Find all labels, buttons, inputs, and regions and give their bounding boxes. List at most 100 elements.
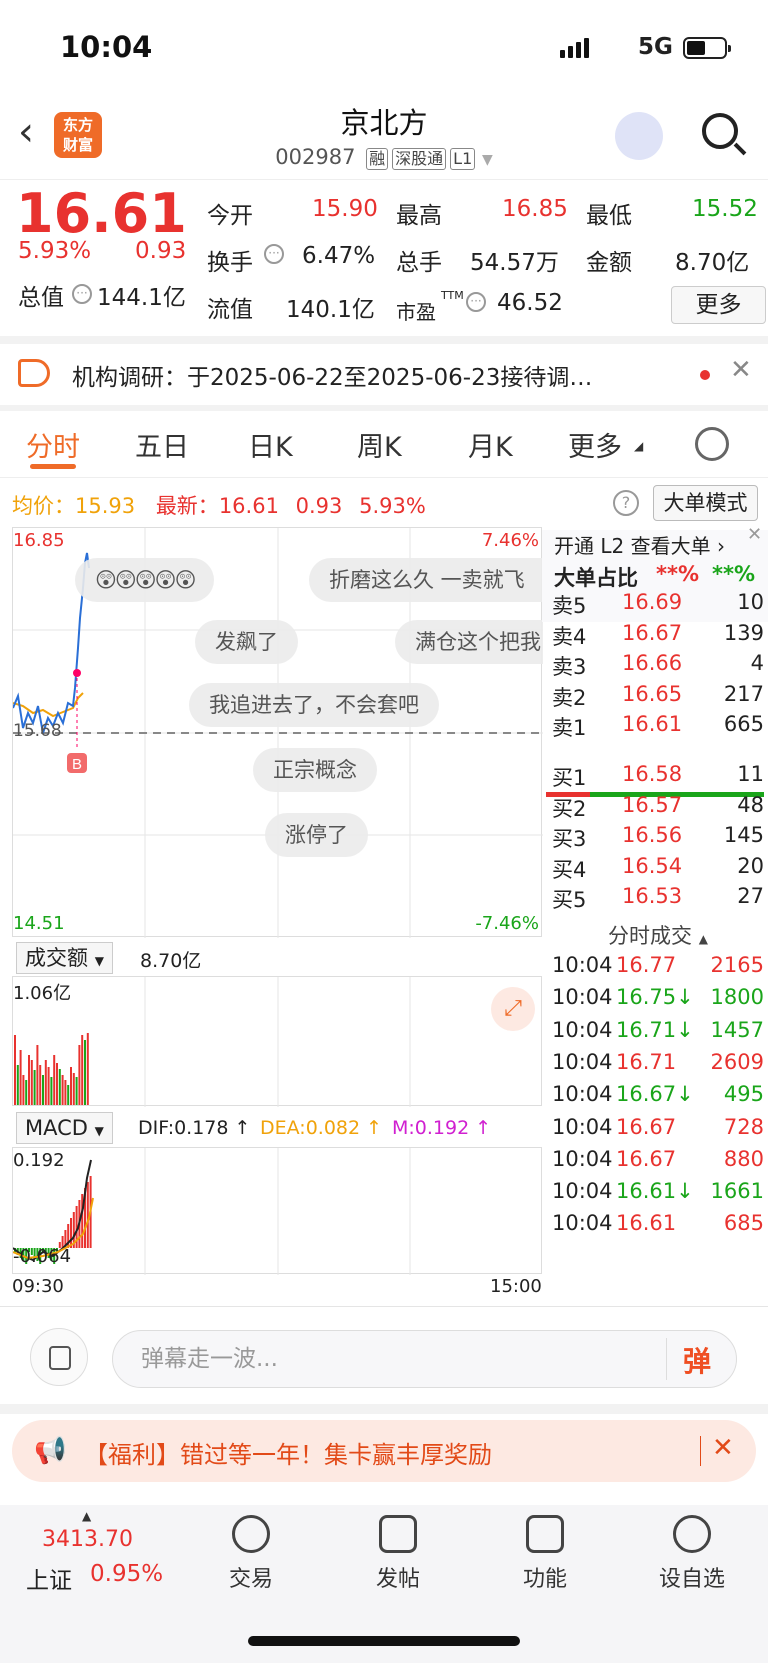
gear-icon[interactable]	[695, 427, 729, 461]
tab-underline	[30, 464, 76, 469]
emoji-bubble: 😲😲😲😲😲	[75, 558, 215, 602]
tick-volume: 685	[723, 1211, 764, 1236]
info-icon[interactable]: ···	[264, 244, 284, 264]
tab-month[interactable]: 月K	[468, 425, 513, 464]
indicator-select-volume[interactable]: 成交额 ▼	[16, 942, 113, 974]
divider	[0, 1306, 768, 1307]
chevron-down-icon: ▼	[481, 152, 493, 168]
assistant-robot-icon[interactable]	[615, 112, 663, 160]
unread-dot	[700, 370, 710, 380]
level-volume: 139	[723, 620, 764, 645]
volume-chart[interactable]: 1.06亿 ⤢	[12, 976, 542, 1107]
volume-bar	[50, 1077, 53, 1105]
high-value: 16.85	[502, 196, 568, 222]
danmaku-bubble: 涨停了	[265, 813, 368, 857]
price-mid-label: 15.68	[13, 721, 62, 741]
turnover-value: 6.47%	[302, 243, 376, 269]
volume-label: 成交额	[25, 946, 88, 970]
divider	[700, 1436, 701, 1466]
macd-m: M:0.192 ↑	[392, 1117, 492, 1139]
index-name[interactable]: 上证	[26, 1561, 72, 1595]
close-icon[interactable]: ✕	[712, 1433, 734, 1463]
battery-icon	[683, 37, 731, 59]
tick-row: 10:04 16.71 2609	[542, 1050, 768, 1080]
macd-chart[interactable]: 0.192 -0.064	[12, 1147, 542, 1275]
intraday-chart[interactable]: B 16.85 7.46% 14.51 -7.46% 15.68 😲😲😲😲😲 折…	[12, 527, 543, 938]
danmaku-bubble: 折磨这么久 一卖就飞	[309, 558, 543, 602]
avg-label: 均价：	[12, 494, 75, 518]
status-bar: 10:04 5G	[0, 0, 768, 95]
volume-bar	[42, 1075, 44, 1105]
more-button[interactable]: 更多	[671, 286, 766, 324]
tab-week[interactable]: 周K	[357, 425, 402, 464]
info-icon[interactable]: ···	[466, 292, 486, 312]
period-tabs: 分时 五日 日K 周K 月K 更多 ◢	[0, 415, 768, 477]
last-price: 16.61	[16, 182, 187, 245]
info-icon[interactable]: ···	[72, 284, 92, 304]
volume-bar	[64, 1080, 67, 1105]
time-start-label: 09:30	[12, 1276, 64, 1297]
nav-add-watchlist[interactable]: 设自选	[637, 1505, 747, 1593]
tab-more[interactable]: 更多	[568, 425, 622, 464]
close-icon[interactable]: ✕	[730, 355, 752, 385]
level-label: 卖3	[552, 655, 587, 679]
nav-trade[interactable]: 交易	[196, 1505, 306, 1593]
expand-icon[interactable]: ⤢	[491, 987, 535, 1031]
avg-value: 15.93	[75, 494, 136, 518]
index-pct[interactable]: 0.95%	[90, 1561, 163, 1587]
level-label: 卖4	[552, 624, 587, 649]
tab-day[interactable]: 日K	[248, 425, 293, 464]
level-price: 16.67	[622, 620, 683, 645]
volume-bar	[56, 1063, 58, 1105]
tick-price: 16.67↓	[616, 1082, 694, 1107]
search-icon[interactable]	[702, 113, 738, 149]
danmaku-bubble: 满仓这个把我	[395, 620, 543, 664]
tick-row: 10:04 16.61 685	[542, 1211, 768, 1241]
danmu-settings-icon[interactable]	[30, 1328, 88, 1386]
time-end-label: 15:00	[490, 1276, 542, 1297]
volume-label: 总手	[396, 250, 442, 276]
level-price: 16.69	[622, 590, 683, 614]
close-icon[interactable]: ✕	[747, 524, 762, 545]
index-value[interactable]: 3413.70	[42, 1527, 133, 1552]
volume-bar	[44, 1060, 47, 1105]
nav-functions[interactable]: 功能	[490, 1505, 600, 1593]
nav-label: 交易	[228, 1567, 273, 1592]
promo-banner[interactable]: 📢 【福利】错过等一年！集卡赢丰厚奖励 ✕	[12, 1420, 756, 1482]
indicator-select-macd[interactable]: MACD ▼	[16, 1112, 113, 1144]
tick-price: 16.67	[616, 1146, 677, 1171]
volume-bar	[67, 1085, 70, 1105]
l2-link[interactable]: 开通 L2 查看大单 ›	[554, 530, 725, 559]
big-order-ratio-buy: **%	[656, 562, 700, 586]
bid-row: 买3 16.56 145	[542, 823, 768, 853]
level-label: 买2	[552, 796, 587, 821]
tick-price: 16.77	[616, 953, 677, 977]
pe-ttm-sup: TTM	[441, 289, 464, 302]
tick-row: 10:04 16.67↓ 495	[542, 1082, 768, 1112]
tick-volume: 2165	[710, 953, 764, 977]
tab-5day[interactable]: 五日	[135, 425, 189, 464]
tag-level: L1	[450, 148, 476, 170]
open-value: 15.90	[312, 196, 378, 222]
pe-label: 市盈	[396, 300, 436, 324]
help-icon[interactable]: ?	[613, 490, 639, 516]
tick-time: 10:04	[552, 1017, 613, 1042]
amount-label: 金额	[586, 250, 632, 276]
level-volume: 48	[737, 792, 764, 817]
danmu-input[interactable]: 弹幕走一波...	[112, 1330, 737, 1388]
divider	[0, 477, 768, 478]
volume-bar	[30, 1060, 33, 1105]
volume-bar	[53, 1055, 56, 1105]
volume-max-label: 1.06亿	[13, 983, 72, 1004]
big-order-mode-button[interactable]: 大单模式	[653, 485, 758, 521]
notice-bar[interactable]: 机构调研：于2025-06-22至2025-06-23接待调… ✕	[0, 343, 768, 405]
tab-intraday[interactable]: 分时	[26, 425, 80, 464]
level-price: 16.57	[622, 792, 683, 817]
nav-post[interactable]: 发帖	[343, 1505, 453, 1593]
volume-bar	[14, 1035, 16, 1105]
bid-row: 买5 16.53 27	[542, 884, 768, 914]
mcap-label: 总值	[18, 285, 64, 311]
send-danmu-button[interactable]: 弹	[683, 1340, 711, 1380]
tick-row: 10:04 16.61↓ 1661	[542, 1179, 768, 1209]
ticks-label: 分时成交	[608, 924, 692, 948]
